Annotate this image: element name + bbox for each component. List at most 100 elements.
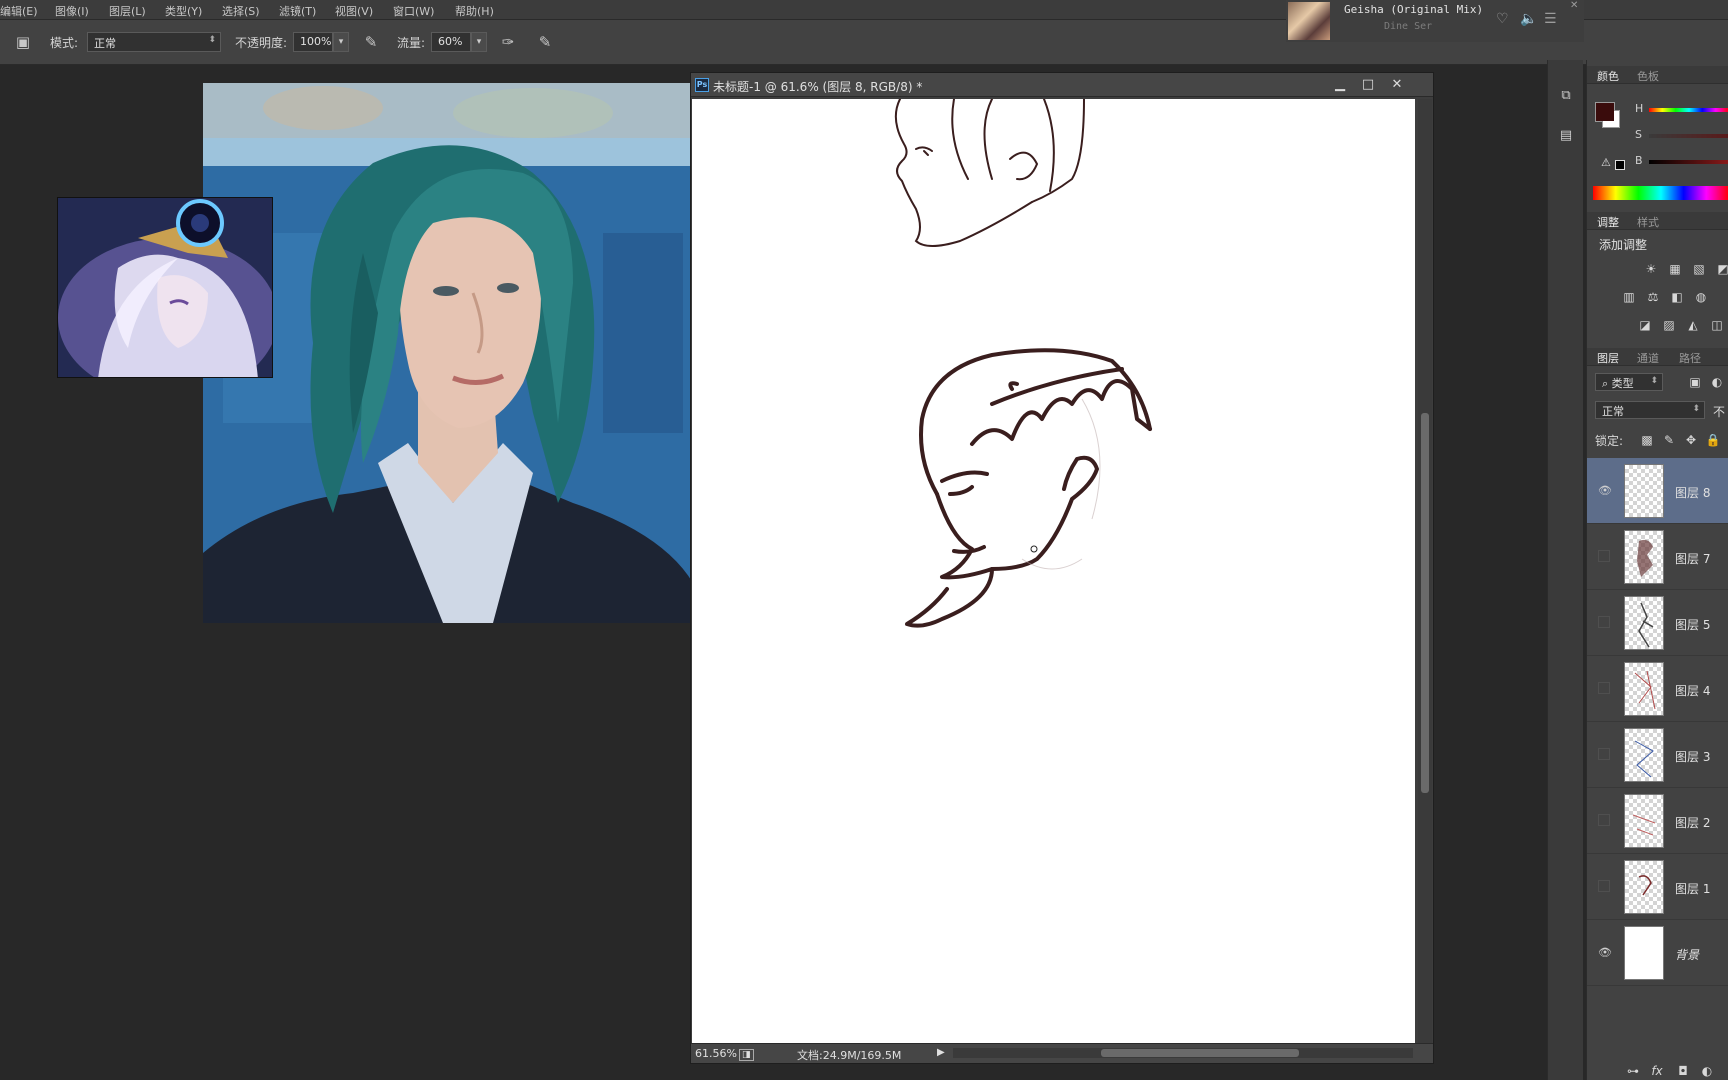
blend-mode-dropdown[interactable]: 正常 ⬍ [1595, 401, 1705, 419]
layer-row-background[interactable]: 👁 背景 [1587, 920, 1728, 986]
maximize-button[interactable]: □ [1357, 76, 1379, 93]
layer-name[interactable]: 图层 3 [1675, 748, 1710, 765]
menu-image[interactable]: 图像(I) [55, 3, 89, 19]
close-button[interactable]: ✕ [1386, 76, 1408, 93]
visibility-toggle[interactable] [1598, 748, 1610, 760]
layer-row-7[interactable]: 图层 7 [1587, 524, 1728, 590]
proof-icon[interactable]: ◨ [739, 1049, 754, 1061]
lock-transparent-icon[interactable]: ▩ [1639, 433, 1655, 447]
layer-row-4[interactable]: 图层 4 [1587, 656, 1728, 722]
properties-icon[interactable]: ▤ [1556, 126, 1576, 146]
vibrance-icon[interactable]: ▥ [1621, 290, 1637, 304]
menu-layer[interactable]: 图层(L) [109, 3, 146, 19]
document-title-bar[interactable]: Ps 未标题-1 @ 61.6% (图层 8, RGB/8) * ▁ □ ✕ [691, 73, 1433, 97]
drawing-canvas[interactable] [692, 98, 1415, 1044]
flow-input[interactable]: 60% [431, 32, 471, 52]
selective-color-icon[interactable]: ◫ [1709, 318, 1725, 332]
chevron-updown-icon: ⬍ [1692, 404, 1700, 414]
airbrush-icon[interactable]: ✑ [497, 31, 519, 53]
brightness-slider[interactable] [1649, 160, 1728, 164]
mode-dropdown[interactable]: 正常 ⬍ [87, 32, 221, 52]
layer-row-2[interactable]: 图层 2 [1587, 788, 1728, 854]
color-balance-icon[interactable]: ⚖ [1645, 290, 1661, 304]
menu-window[interactable]: 窗口(W) [393, 3, 434, 19]
levels-icon[interactable]: ▦ [1667, 262, 1683, 276]
layer-name[interactable]: 图层 7 [1675, 550, 1710, 567]
layer-row-5[interactable]: 图层 5 [1587, 590, 1728, 656]
link-layers-icon[interactable]: ⊶ [1625, 1064, 1641, 1078]
invert-icon[interactable]: ◪ [1637, 318, 1653, 332]
opacity-input[interactable]: 100% [293, 32, 333, 52]
visibility-toggle[interactable] [1598, 682, 1610, 694]
web-safe-swatch[interactable] [1615, 160, 1625, 170]
layer-name[interactable]: 图层 5 [1675, 616, 1710, 633]
brightness-icon[interactable]: ☀ [1643, 262, 1659, 276]
lock-move-icon[interactable]: ✥ [1683, 433, 1699, 447]
horizontal-scrollbar[interactable] [953, 1048, 1413, 1058]
status-menu-arrow-icon[interactable]: ▶ [937, 1047, 945, 1058]
hue-slider[interactable] [1649, 108, 1728, 112]
layer-row-3[interactable]: 图层 3 [1587, 722, 1728, 788]
minimize-button[interactable]: ▁ [1329, 76, 1351, 93]
right-panels: 颜色 色板 H S B ⚠ 调整 样式 添加调整 ☀ ▦ ▧ ◩ ▥ ⚖ ◧ ◍… [1586, 60, 1728, 1080]
saturation-slider[interactable] [1649, 134, 1728, 138]
menu-view[interactable]: 视图(V) [335, 3, 373, 19]
adjustment-filter-icon[interactable]: ◐ [1709, 375, 1725, 389]
pixel-filter-icon[interactable]: ▣ [1687, 375, 1703, 389]
layer-name[interactable]: 图层 8 [1675, 484, 1710, 501]
layer-filter-dropdown[interactable]: ⌕ 类型 ⬍ [1595, 373, 1663, 391]
tab-channels[interactable]: 通道 [1637, 350, 1659, 366]
menu-select[interactable]: 选择(S) [222, 3, 260, 19]
tab-styles[interactable]: 样式 [1637, 214, 1659, 230]
visibility-toggle[interactable] [1598, 616, 1610, 628]
layer-name[interactable]: 图层 4 [1675, 682, 1710, 699]
tab-adjustments[interactable]: 调整 [1597, 214, 1619, 230]
new-adjustment-icon[interactable]: ◐ [1699, 1064, 1715, 1078]
fx-icon[interactable]: fx [1649, 1064, 1665, 1078]
volume-icon[interactable]: 🔈 [1520, 11, 1537, 27]
heart-icon[interactable]: ♡ [1496, 11, 1509, 27]
playlist-icon[interactable]: ☰ [1544, 11, 1557, 27]
layer-name[interactable]: 背景 [1675, 946, 1699, 963]
add-mask-icon[interactable]: ◘ [1675, 1064, 1691, 1078]
history-icon[interactable]: ⧉ [1556, 86, 1576, 106]
tab-color[interactable]: 颜色 [1597, 68, 1619, 84]
album-art [1288, 2, 1330, 40]
visibility-toggle[interactable] [1598, 880, 1610, 892]
layer-row-1[interactable]: 图层 1 [1587, 854, 1728, 920]
pressure-opacity-icon[interactable]: ✎ [360, 31, 382, 53]
menu-type[interactable]: 类型(Y) [165, 3, 202, 19]
tool-preset-icon[interactable]: ▣ [12, 31, 34, 53]
flow-dropdown-button[interactable]: ▾ [471, 32, 487, 52]
vertical-scroll-thumb[interactable] [1421, 413, 1429, 793]
horizontal-scroll-thumb[interactable] [1101, 1049, 1299, 1057]
visibility-toggle[interactable] [1598, 814, 1610, 826]
pressure-size-icon[interactable]: ✎ [534, 31, 556, 53]
color-spectrum-bar[interactable] [1593, 186, 1728, 200]
posterize-icon[interactable]: ▨ [1661, 318, 1677, 332]
layer-name[interactable]: 图层 2 [1675, 814, 1710, 831]
photo-filter-icon[interactable]: ◍ [1693, 290, 1709, 304]
black-white-icon[interactable]: ◧ [1669, 290, 1685, 304]
gradient-map-icon[interactable]: ◭ [1685, 318, 1701, 332]
gamut-warning-icon[interactable]: ⚠ [1601, 156, 1611, 169]
menu-edit[interactable]: 编辑(E) [0, 3, 38, 19]
tab-swatches[interactable]: 色板 [1637, 68, 1659, 84]
eye-icon[interactable]: 👁 [1598, 946, 1612, 959]
vertical-scrollbar[interactable] [1418, 99, 1432, 1044]
menu-help[interactable]: 帮助(H) [455, 3, 494, 19]
close-icon[interactable]: ✕ [1570, 0, 1578, 11]
visibility-toggle[interactable] [1598, 550, 1610, 562]
lock-all-icon[interactable]: 🔒 [1705, 433, 1721, 447]
layer-name[interactable]: 图层 1 [1675, 880, 1710, 897]
opacity-dropdown-button[interactable]: ▾ [333, 32, 349, 52]
layer-row-8[interactable]: 👁 图层 8 [1587, 458, 1728, 524]
menu-filter[interactable]: 滤镜(T) [279, 3, 316, 19]
exposure-icon[interactable]: ◩ [1715, 262, 1728, 276]
tab-layers[interactable]: 图层 [1597, 350, 1619, 366]
eye-icon[interactable]: 👁 [1598, 484, 1612, 497]
tab-paths[interactable]: 路径 [1679, 350, 1701, 366]
zoom-level[interactable]: 61.56% [695, 1047, 737, 1060]
lock-paint-icon[interactable]: ✎ [1661, 433, 1677, 447]
curves-icon[interactable]: ▧ [1691, 262, 1707, 276]
